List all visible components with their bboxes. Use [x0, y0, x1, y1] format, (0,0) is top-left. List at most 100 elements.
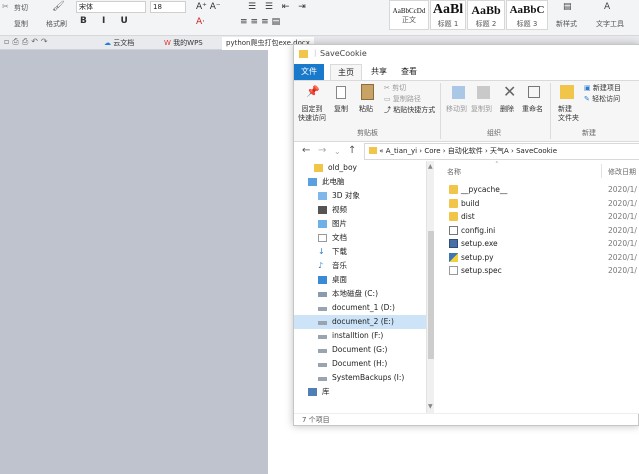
library-icon [308, 388, 317, 396]
wps-tab-cloud[interactable]: ☁ 云文档 [100, 37, 138, 50]
list-icons[interactable]: ☰ ☰ ⇤ ⇥ [248, 2, 309, 12]
download-icon: ↓ [318, 247, 325, 256]
new-item-button[interactable]: ▣ 新建项目 [584, 84, 621, 93]
title-bar[interactable]: | SaveCookie [294, 45, 639, 64]
music-icon: ♪ [318, 261, 324, 270]
nav-item-drive-f[interactable]: installtion (F:) [294, 329, 426, 343]
delete-button[interactable]: 删除 [500, 105, 514, 114]
file-row[interactable]: build 2020/1/ [435, 197, 639, 211]
address-segment[interactable]: Core [424, 147, 440, 155]
file-date: 2020/1/ [608, 252, 637, 262]
wps-copy-button[interactable]: 复制 [14, 19, 28, 29]
up-arrow-icon[interactable]: ↑ [348, 145, 356, 156]
style-heading-3[interactable]: AaBbC 标题 3 [506, 0, 548, 30]
new-group-label: 新建 [582, 129, 596, 137]
font-size-select[interactable]: 18 [150, 1, 186, 13]
nav-item-downloads[interactable]: ↓ 下载 [294, 245, 426, 259]
back-arrow-icon[interactable]: ← [302, 145, 310, 156]
easy-access-button[interactable]: ✎ 轻松访问 [584, 95, 620, 104]
nav-item-desktop[interactable]: 桌面 [294, 273, 426, 287]
wps-tab-mywps[interactable]: W 我的WPS [160, 37, 207, 50]
file-row[interactable]: setup.spec 2020/1/ [435, 264, 639, 278]
scroll-thumb[interactable] [428, 231, 434, 359]
copy-button[interactable]: 复制 [334, 105, 348, 114]
nav-item-drive-c[interactable]: 本地磁盘 (C:) [294, 287, 426, 301]
recent-dropdown-icon[interactable]: ⌄ [334, 147, 341, 156]
nav-item-videos[interactable]: 视频 [294, 203, 426, 217]
font-color-icon[interactable]: A· [196, 17, 205, 27]
nav-scrollbar[interactable]: ▲ ▼ [426, 161, 434, 413]
nav-item-drive-h[interactable]: Document (H:) [294, 357, 426, 371]
wps-format-painter-button[interactable]: 格式刷 [46, 19, 67, 29]
file-row[interactable]: setup.exe 2020/1/ [435, 237, 639, 251]
nav-item-drive-i[interactable]: SystemBackups (I:) [294, 371, 426, 385]
explorer-window: | SaveCookie 文件 主页 共享 查看 📌 固定到 快速访问 复制 粘… [293, 44, 639, 426]
nav-item-this-pc[interactable]: 此电脑 [294, 175, 426, 189]
file-row[interactable]: dist 2020/1/ [435, 210, 639, 224]
nav-item-drive-g[interactable]: Document (G:) [294, 343, 426, 357]
file-row[interactable]: config.ini 2020/1/ [435, 224, 639, 238]
new-style-button[interactable]: 新样式 [556, 19, 577, 29]
format-icons[interactable]: B I U [80, 16, 134, 26]
tab-share[interactable]: 共享 [364, 64, 394, 80]
move-to-button[interactable]: 移动到 [446, 105, 467, 114]
copy-path-button[interactable]: ▭ 复制路径 [384, 95, 421, 104]
nav-item-drive-e[interactable]: document_2 (E:) [294, 315, 426, 329]
file-row[interactable]: __pycache__ 2020/1/ [435, 183, 639, 197]
nav-item-label: 本地磁盘 (C:) [332, 289, 378, 298]
shortcut-icon: ⤴ [384, 106, 394, 114]
column-divider[interactable] [601, 164, 602, 178]
tab-home[interactable]: 主页 [330, 64, 362, 80]
address-segment[interactable]: 天气A [490, 147, 509, 155]
address-segment[interactable]: 自动化软件 [448, 147, 483, 155]
file-name: setup.spec [461, 266, 502, 275]
style-normal[interactable]: AaBbCcDd 正文 [389, 0, 429, 30]
copy-icon [336, 86, 346, 99]
file-row[interactable]: setup.py 2020/1/ [435, 251, 639, 265]
scroll-down-icon[interactable]: ▼ [428, 403, 433, 410]
style-heading-1[interactable]: AaBl 标题 1 [430, 0, 466, 30]
tab-file[interactable]: 文件 [294, 64, 324, 80]
scroll-up-icon[interactable]: ▲ [428, 163, 433, 170]
pin-quick-access-button[interactable]: 固定到 快速访问 [298, 105, 326, 123]
text-tools-button[interactable]: 文字工具 [596, 19, 624, 29]
rename-button[interactable]: 重命名 [522, 105, 543, 114]
drive-icon [318, 321, 327, 325]
nav-item-music[interactable]: ♪ 音乐 [294, 259, 426, 273]
address-field[interactable]: « A_tian_yi › Core › 自动化软件 › 天气A › SaveC… [364, 143, 639, 160]
address-segment[interactable]: A_tian_yi [386, 147, 417, 155]
file-date: 2020/1/ [608, 198, 637, 208]
quick-access-icons[interactable]: ▫⎙⎙↶↷ [4, 37, 51, 47]
paste-button[interactable]: 粘贴 [359, 105, 373, 114]
font-grow-icon[interactable]: A⁺ A⁻ [196, 2, 221, 12]
copy-path-label: 复制路径 [392, 95, 421, 103]
column-header-date[interactable]: 修改日期 [608, 167, 636, 177]
nav-item-documents[interactable]: 文档 [294, 231, 426, 245]
paste-shortcut-label: 粘贴快捷方式 [393, 106, 436, 114]
copy-to-button[interactable]: 复制到 [471, 105, 492, 114]
nav-item-libraries[interactable]: 库 [294, 385, 426, 399]
address-bar-row: ← → ⌄ ↑ « A_tian_yi › Core › 自动化软件 › 天气A… [294, 142, 639, 161]
paste-shortcut-button[interactable]: ⤴ 粘贴快捷方式 [384, 106, 435, 115]
nav-item-label: 此电脑 [322, 177, 345, 186]
style-heading-2[interactable]: AaBb 标题 2 [467, 0, 505, 30]
cut-button[interactable]: ✂ 剪切 [384, 84, 406, 93]
address-segment[interactable]: SaveCookie [516, 147, 557, 155]
file-date: 2020/1/ [608, 266, 637, 275]
nav-item-label: document_2 (E:) [332, 317, 394, 326]
nav-item-3d-objects[interactable]: 3D 对象 [294, 189, 426, 203]
nav-item-old-boy[interactable]: old_boy [294, 161, 426, 175]
new-folder-button[interactable]: 新建 文件夹 [558, 105, 579, 123]
wps-cut-button[interactable]: 剪切 [14, 3, 28, 13]
nav-item-pictures[interactable]: 图片 [294, 217, 426, 231]
forward-arrow-icon[interactable]: → [318, 145, 326, 156]
drive-icon [318, 307, 327, 311]
paragraph-align-icons[interactable]: ≡≡≡▤ [240, 17, 283, 27]
nav-item-drive-d[interactable]: document_1 (D:) [294, 301, 426, 315]
column-header-name[interactable]: 名称 [447, 167, 461, 177]
font-name-select[interactable]: 宋体 [76, 1, 146, 13]
navigation-pane: old_boy 此电脑 3D 对象 视频 图片 文档 ↓ 下载 ♪ 音乐 桌面 本地… [294, 161, 434, 413]
file-date: 2020/1/ [608, 239, 637, 248]
file-name: setup.exe [461, 239, 498, 248]
tab-view[interactable]: 查看 [394, 64, 424, 80]
